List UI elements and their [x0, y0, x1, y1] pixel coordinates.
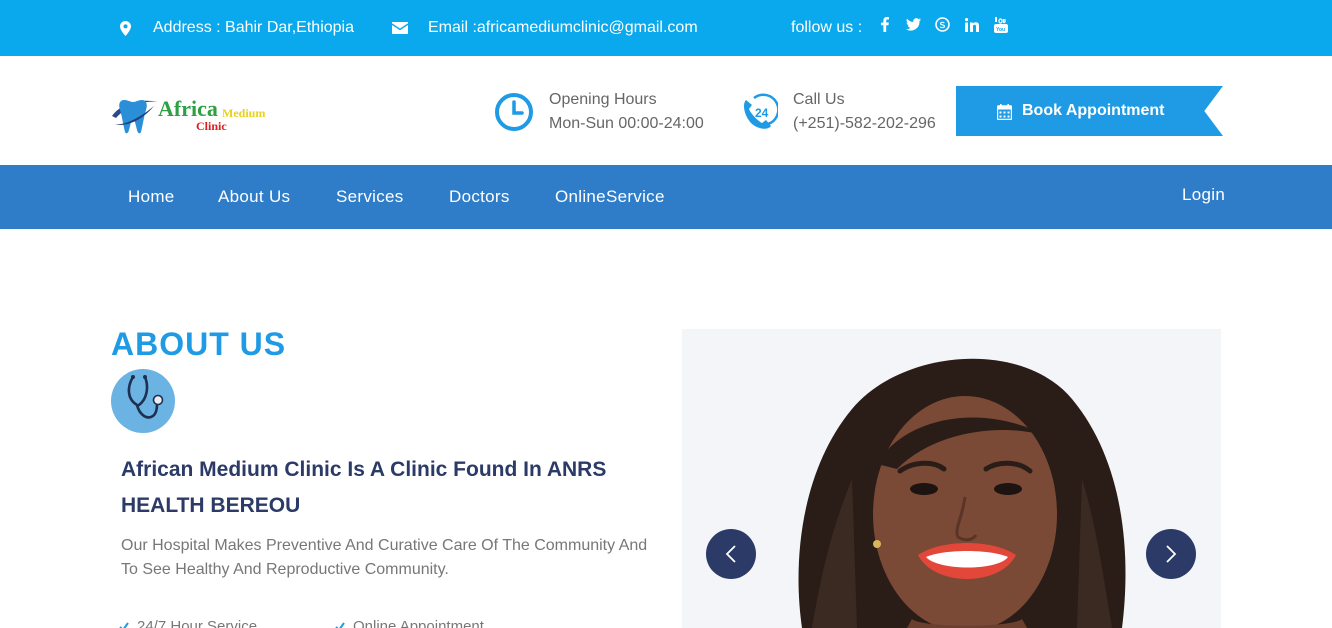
social-links: You	[876, 16, 1009, 33]
svg-text:You: You	[996, 27, 1005, 33]
opening-hours-value: Mon-Sun 00:00-24:00	[549, 115, 704, 132]
slider-next-button[interactable]	[1146, 529, 1196, 579]
main-navigation: Home About Us Services Doctors OnlineSer…	[0, 165, 1332, 229]
youtube-icon[interactable]: You	[992, 16, 1009, 33]
twitter-icon[interactable]	[905, 16, 922, 33]
feature-text: Online Appointment	[353, 618, 484, 628]
nav-login-link[interactable]: Login	[1182, 163, 1225, 227]
address-text: Address : Bahir Dar,Ethiopia	[153, 19, 354, 36]
svg-text:24: 24	[755, 106, 769, 120]
doctor-image-slider	[682, 329, 1221, 628]
slider-prev-button[interactable]	[706, 529, 756, 579]
opening-hours: Opening Hours Mon-Sun 00:00-24:00	[494, 88, 704, 136]
call-us-label: Call Us	[793, 91, 845, 108]
nav-item-about-us[interactable]: About Us	[218, 165, 290, 229]
chevron-left-icon	[725, 545, 736, 563]
logo-word-medium: Medium	[222, 106, 266, 120]
book-appointment-button[interactable]: Book Appointment	[956, 86, 1223, 136]
check-icon	[119, 621, 129, 628]
call-us-number[interactable]: (+251)-582-202-296	[793, 112, 936, 136]
linkedin-icon[interactable]	[963, 16, 980, 33]
nav-item-home[interactable]: Home	[128, 165, 175, 229]
doctor-portrait-image	[798, 358, 1126, 628]
feature-text: 24/7 Hour Service	[137, 618, 258, 628]
about-headline: African Medium Clinic Is A Clinic Found …	[121, 458, 607, 517]
clinic-logo[interactable]: Africa Medium Clinic	[110, 92, 270, 137]
calendar-icon	[997, 104, 1012, 120]
follow-us-label: follow us :	[791, 19, 863, 36]
about-us-heading: ABOUT US	[111, 326, 287, 362]
check-icon	[335, 621, 345, 628]
email-info: Email :africamediumclinic@gmail.com	[392, 0, 698, 56]
facebook-icon[interactable]	[876, 16, 893, 33]
email-text[interactable]: Email :africamediumclinic@gmail.com	[428, 19, 698, 37]
stethoscope-badge	[111, 369, 175, 433]
top-info-bar: Address : Bahir Dar,Ethiopia Email :afri…	[0, 0, 1332, 56]
feature-item: Online Appointment	[335, 618, 484, 628]
logo-word-clinic: Clinic	[196, 119, 227, 133]
skype-icon[interactable]	[934, 16, 951, 33]
chevron-right-icon	[1166, 545, 1177, 563]
book-appointment-label: Book Appointment	[1022, 102, 1165, 119]
call-us: 24 Call Us (+251)-582-202-296	[738, 88, 936, 136]
address-info: Address : Bahir Dar,Ethiopia	[120, 0, 354, 56]
nav-item-services[interactable]: Services	[336, 165, 404, 229]
tooth-logo-icon	[112, 100, 158, 134]
clock-icon	[495, 93, 533, 131]
feature-item: 24/7 Hour Service	[119, 618, 257, 628]
envelope-icon	[392, 22, 408, 34]
about-paragraph: Our Hospital Makes Preventive And Curati…	[121, 537, 648, 578]
opening-hours-label: Opening Hours	[549, 91, 657, 108]
nav-item-online-service[interactable]: OnlineService	[555, 165, 665, 229]
stethoscope-icon	[127, 375, 164, 419]
map-pin-icon	[120, 20, 131, 36]
phone-24-icon: 24	[744, 93, 778, 129]
nav-item-doctors[interactable]: Doctors	[449, 165, 510, 229]
